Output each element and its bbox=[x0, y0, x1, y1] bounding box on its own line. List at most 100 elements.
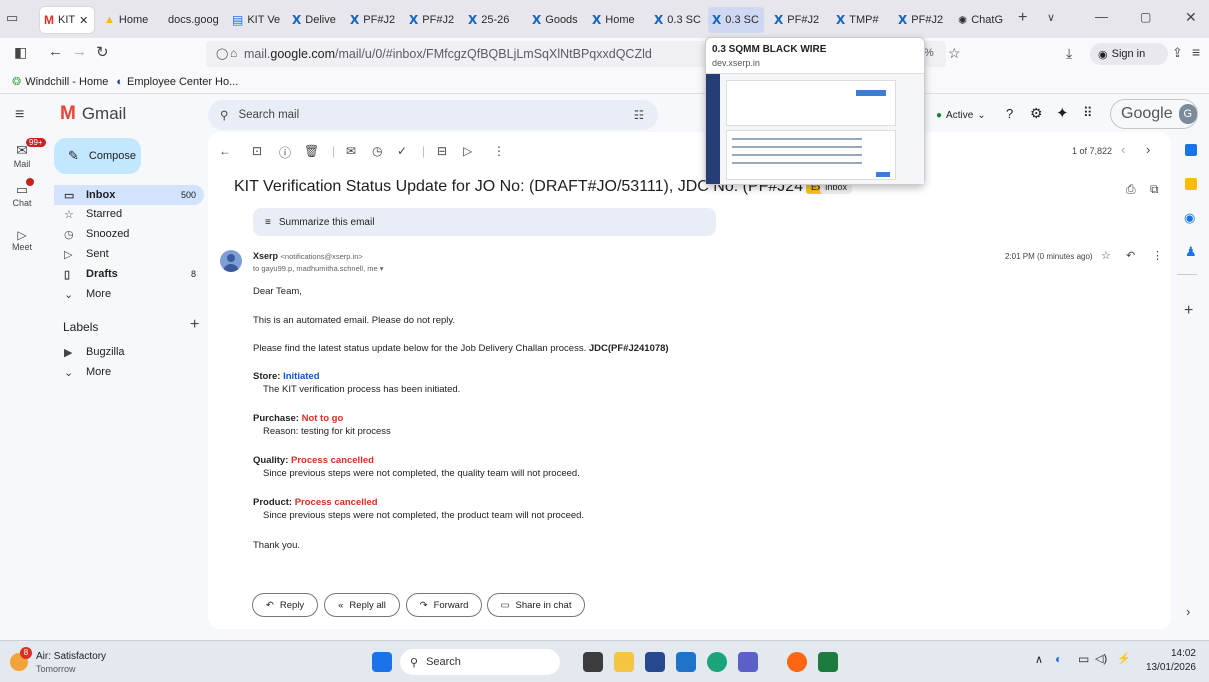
browser-tab-10[interactable]: X 0.3 SC bbox=[650, 7, 706, 33]
bookmark-employee-center[interactable]: Employee Center Ho... bbox=[127, 76, 238, 88]
volume-icon[interactable]: ◁) bbox=[1095, 652, 1107, 665]
network-icon[interactable]: ⚡ bbox=[1117, 652, 1131, 665]
main-menu-icon[interactable]: ≡ bbox=[15, 106, 24, 124]
reply-button[interactable]: ↶ Reply bbox=[252, 593, 318, 617]
reload-icon[interactable]: ↻ bbox=[96, 43, 109, 61]
open-new-window-icon[interactable]: ⧉ bbox=[1150, 182, 1159, 197]
gmail-logo[interactable]: M Gmail bbox=[60, 103, 126, 125]
help-icon[interactable]: ? bbox=[1006, 106, 1013, 121]
forward-button[interactable]: ↷ Forward bbox=[406, 593, 482, 617]
more-vert-icon[interactable]: ⋮ bbox=[1152, 249, 1163, 262]
report-spam-icon[interactable]: ⓘ bbox=[279, 144, 291, 161]
rail-chat[interactable]: ▭ Chat bbox=[0, 178, 44, 208]
show-side-panel-icon[interactable]: › bbox=[1186, 604, 1190, 619]
account-button[interactable]: Google G bbox=[1110, 99, 1198, 129]
browser-tab-6[interactable]: X PF#J2 bbox=[405, 7, 461, 33]
browser-tab-0[interactable]: M KIT ✕ bbox=[40, 7, 94, 33]
lock-icon[interactable]: ⌂ bbox=[230, 46, 237, 60]
back-icon[interactable]: ← bbox=[48, 43, 63, 60]
browser-tab-15[interactable]: ✺ ChatG bbox=[954, 7, 1010, 33]
gear-icon[interactable]: ⚙ bbox=[1030, 105, 1043, 122]
move-to-icon[interactable]: ⊟ bbox=[437, 144, 447, 158]
sidebar-item-sent[interactable]: ▷ Sent bbox=[54, 244, 204, 264]
browser-tab-8[interactable]: X Goods bbox=[528, 7, 588, 33]
browser-tab-12[interactable]: X PF#J2 bbox=[770, 7, 828, 33]
print-icon[interactable]: ⎙ bbox=[1126, 182, 1136, 197]
clock-time[interactable]: 14:02 bbox=[1140, 648, 1196, 659]
outlook-icon[interactable] bbox=[676, 652, 696, 672]
firefox-icon[interactable] bbox=[787, 652, 807, 672]
browser-tab-13[interactable]: X TMP# bbox=[832, 7, 890, 33]
extensions-icon[interactable]: ⇪ bbox=[1172, 45, 1183, 61]
contacts-icon[interactable]: ♟ bbox=[1185, 244, 1197, 260]
sidebar-item-inbox[interactable]: ▭ Inbox 500 bbox=[54, 185, 204, 205]
recipients-line[interactable]: to gayu99.p, madhumitha.schnell, me ▾ bbox=[253, 264, 384, 273]
gemini-icon[interactable]: ✦ bbox=[1056, 104, 1069, 122]
newer-icon[interactable]: ‹ bbox=[1121, 142, 1125, 157]
add-label-icon[interactable]: + bbox=[190, 316, 199, 334]
forward-icon[interactable]: → bbox=[72, 43, 87, 60]
restore-icon[interactable]: ▢ bbox=[1140, 10, 1151, 24]
sender-avatar[interactable] bbox=[220, 250, 242, 272]
store-icon[interactable] bbox=[645, 652, 665, 672]
tab-list-icon[interactable]: ▭ bbox=[6, 10, 18, 26]
sidebar-item-drafts[interactable]: ▯ Drafts 8 bbox=[54, 264, 204, 284]
search-icon[interactable]: ⚲ bbox=[220, 108, 228, 122]
keep-icon[interactable] bbox=[1185, 178, 1197, 190]
share-in-chat-button[interactable]: ▭ Share in chat bbox=[487, 593, 585, 617]
archive-icon[interactable]: ⊡ bbox=[252, 144, 262, 158]
windows-start-icon[interactable] bbox=[372, 652, 392, 672]
sidebar-item-more[interactable]: ⌄ More bbox=[54, 284, 204, 304]
snooze-icon[interactable]: ◷ bbox=[372, 144, 382, 158]
reply-all-button[interactable]: «Reply all bbox=[324, 593, 400, 617]
reply-icon[interactable]: ↶ bbox=[1126, 249, 1135, 262]
minimize-icon[interactable]: — bbox=[1095, 9, 1108, 24]
mark-unread-icon[interactable]: ✉ bbox=[346, 144, 356, 158]
tab-list-chevron-icon[interactable]: ∨ bbox=[1047, 11, 1055, 24]
copilot-icon[interactable]: ◐ bbox=[1055, 652, 1062, 666]
more-vert-icon[interactable]: ⋮ bbox=[493, 144, 505, 158]
browser-tab-1[interactable]: ▲ Home bbox=[100, 7, 158, 33]
browser-tab-11[interactable]: X 0.3 SC bbox=[708, 7, 764, 33]
close-window-icon[interactable]: ✕ bbox=[1185, 9, 1197, 26]
browser-tab-5[interactable]: X PF#J2 bbox=[346, 7, 402, 33]
star-message-icon[interactable]: ☆ bbox=[1101, 249, 1111, 262]
label-icon[interactable]: ▷ bbox=[463, 144, 472, 158]
sidebar-item-starred[interactable]: ☆ Starred bbox=[54, 204, 204, 224]
browser-tab-3[interactable]: ▤ KIT Ve bbox=[228, 7, 282, 33]
edge-icon[interactable] bbox=[707, 652, 727, 672]
label-item-bugzilla[interactable]: ▶ Bugzilla bbox=[54, 342, 204, 362]
browser-tab-9[interactable]: X Home bbox=[588, 7, 648, 33]
bookmark-star-icon[interactable]: ☆ bbox=[948, 45, 961, 62]
bookmark-windchill[interactable]: Windchill - Home bbox=[25, 76, 108, 88]
browser-tab-14[interactable]: X PF#J2 bbox=[894, 7, 950, 33]
browser-tab-2[interactable]: docs.goog bbox=[164, 7, 226, 33]
sign-in-button[interactable]: ◉ Sign in bbox=[1090, 43, 1168, 65]
tasks-icon[interactable]: ◉ bbox=[1184, 210, 1195, 226]
delete-icon[interactable]: 🗑 bbox=[304, 144, 319, 158]
search-input[interactable]: ⚲ Search mail ☷ bbox=[208, 100, 658, 130]
back-arrow-icon[interactable]: ← bbox=[219, 144, 231, 158]
browser-tab-4[interactable]: X Delive bbox=[288, 7, 342, 33]
summarize-button[interactable]: ≡ Summarize this email bbox=[253, 208, 716, 236]
zoom-level[interactable]: % bbox=[924, 47, 934, 59]
teams-icon[interactable] bbox=[738, 652, 758, 672]
clock-date[interactable]: 13/01/2026 bbox=[1140, 662, 1196, 673]
file-explorer-icon[interactable] bbox=[614, 652, 634, 672]
taskbar-search[interactable]: ⚲ Search bbox=[400, 649, 560, 675]
calendar-icon[interactable] bbox=[1185, 144, 1197, 156]
older-icon[interactable]: › bbox=[1146, 142, 1150, 157]
search-options-icon[interactable]: ☷ bbox=[634, 108, 644, 122]
rail-meet[interactable]: ▷ Meet bbox=[0, 228, 44, 252]
status-dropdown[interactable]: ● Active ⌄ bbox=[928, 103, 994, 127]
get-addons-icon[interactable]: + bbox=[1184, 302, 1193, 320]
task-view-icon[interactable] bbox=[583, 652, 603, 672]
rail-mail[interactable]: ✉ 99+ Mail bbox=[0, 138, 46, 169]
sender-name[interactable]: Xserp bbox=[253, 251, 278, 261]
sidebar-item-snoozed[interactable]: ◷ Snoozed bbox=[54, 224, 204, 244]
compose-button[interactable]: ✎ Compose bbox=[54, 138, 141, 174]
weather-widget[interactable]: 8 Air: Satisfactory Tomorrow bbox=[8, 647, 128, 677]
menu-icon[interactable]: ≡ bbox=[1192, 44, 1200, 60]
display-icon[interactable]: ▭ bbox=[1078, 652, 1089, 666]
excel-icon[interactable] bbox=[818, 652, 838, 672]
